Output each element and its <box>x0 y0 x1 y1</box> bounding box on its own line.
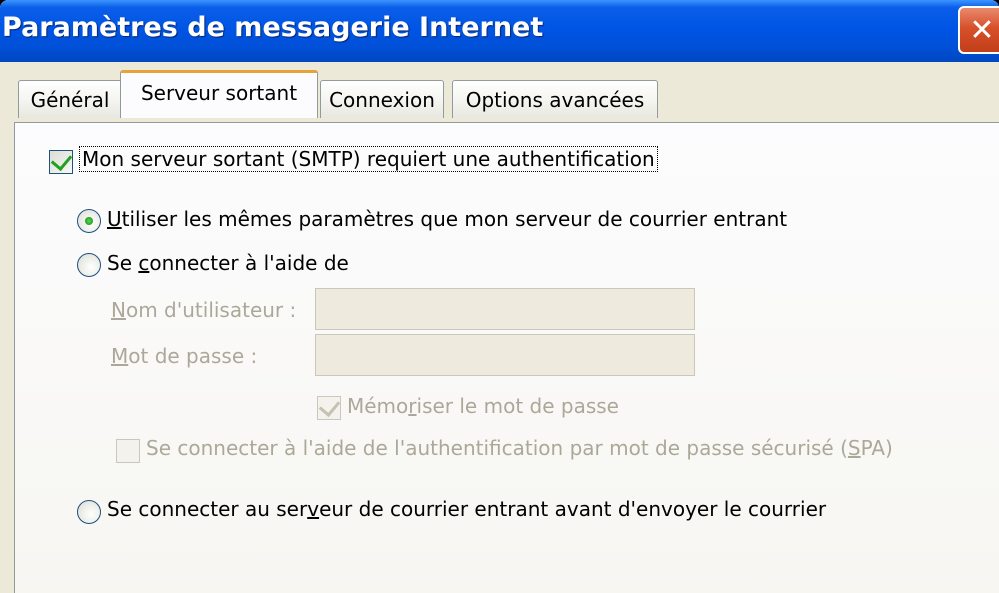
tab-outgoing-server[interactable]: Serveur sortant <box>120 70 318 118</box>
password-label-post: ot de passe : <box>128 344 258 368</box>
tab-advanced[interactable]: Options avancées <box>452 80 658 118</box>
title-bar[interactable]: Paramètres de messagerie Internet ✕ <box>0 0 999 62</box>
tab-connection[interactable]: Connexion <box>320 80 444 118</box>
password-label: Mot de passe : <box>111 344 257 368</box>
same-settings-label[interactable]: Utiliser les mêmes paramètres que mon se… <box>107 207 787 231</box>
radio-same-settings[interactable] <box>77 209 101 233</box>
username-accesskey: N <box>111 298 126 322</box>
radio-log-on-before-sending[interactable] <box>77 500 101 524</box>
window-title: Paramètres de messagerie Internet <box>2 12 544 43</box>
same-settings-accesskey: U <box>107 207 122 231</box>
remember-password-label-pre: Mémo <box>347 394 409 418</box>
log-on-before-label[interactable]: Se connecter au serveur de courrier entr… <box>107 497 826 521</box>
smtp-auth-checkbox[interactable] <box>49 150 73 174</box>
close-button[interactable]: ✕ <box>958 6 999 54</box>
password-input[interactable] <box>315 334 695 376</box>
tab-connection-label: Connexion <box>329 87 435 112</box>
spa-accesskey: S <box>847 436 861 460</box>
log-on-before-label-post: eur de courrier entrant avant d'envoyer … <box>319 497 827 521</box>
username-label-post: om d'utilisateur : <box>125 298 297 322</box>
spa-label[interactable]: Se connecter à l'aide de l'authentificat… <box>146 436 893 460</box>
spa-label-pre: Se connecter à l'aide de l'authentificat… <box>146 436 848 460</box>
tab-advanced-label: Options avancées <box>465 87 645 112</box>
tab-general-label: Général <box>30 87 110 112</box>
log-on-before-accesskey: v <box>307 497 320 521</box>
username-label: Nom d'utilisateur : <box>111 298 296 322</box>
spa-label-post: PA) <box>860 436 893 460</box>
same-settings-label-post: tiliser les mêmes paramètres que mon ser… <box>121 207 788 231</box>
radio-log-on-using[interactable] <box>77 253 101 277</box>
remember-password-accesskey: r <box>408 394 417 418</box>
remember-password-checkbox[interactable] <box>317 396 341 420</box>
spa-checkbox[interactable] <box>116 439 140 463</box>
tab-outgoing-server-label: Serveur sortant <box>140 80 298 105</box>
log-on-using-label[interactable]: Se connecter à l'aide de <box>107 251 349 275</box>
log-on-using-label-pre: Se <box>107 251 139 275</box>
tab-general[interactable]: Général <box>18 80 122 118</box>
tab-strip: Général Serveur sortant Connexion Option… <box>0 62 999 122</box>
dialog-window: Paramètres de messagerie Internet ✕ Géné… <box>0 0 999 593</box>
close-icon: ✕ <box>969 12 995 48</box>
remember-password-label[interactable]: Mémoriser le mot de passe <box>347 394 619 418</box>
username-input[interactable] <box>315 288 695 330</box>
log-on-before-label-pre: Se connecter au ser <box>107 497 308 521</box>
smtp-auth-label-text: Mon serveur sortant (SMTP) requiert une … <box>79 146 658 172</box>
password-accesskey: M <box>111 344 129 368</box>
smtp-auth-label[interactable]: Mon serveur sortant (SMTP) requiert une … <box>79 146 658 172</box>
log-on-using-accesskey: c <box>138 251 150 275</box>
log-on-using-label-post: onnecter à l'aide de <box>149 251 349 275</box>
remember-password-label-post: iser le mot de passe <box>416 394 619 418</box>
